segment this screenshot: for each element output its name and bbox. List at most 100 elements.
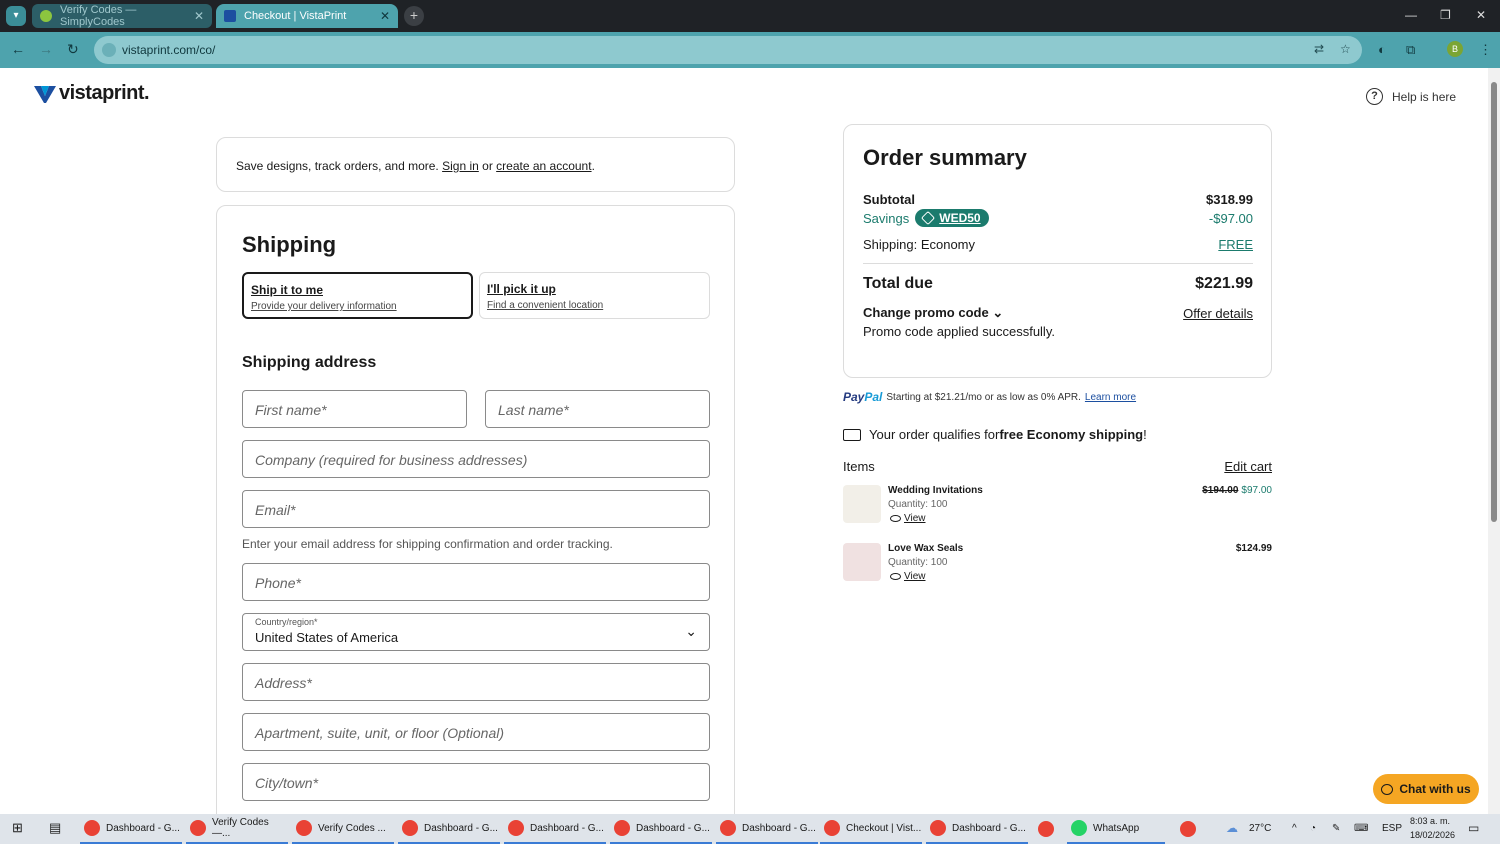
clock-time[interactable]: 8:03 a. m. (1410, 816, 1450, 826)
chrome-icon (824, 820, 840, 836)
chrome-icon (720, 820, 736, 836)
extensions-puzzle-icon[interactable]: ⧉ (1406, 42, 1415, 58)
profile-avatar[interactable]: B (1447, 41, 1463, 57)
chrome-icon (84, 820, 100, 836)
close-icon[interactable]: ✕ (194, 9, 204, 23)
scrollbar-thumb[interactable] (1491, 82, 1497, 522)
taskbar-item[interactable]: Dashboard - G... (504, 814, 606, 844)
offer-details-link[interactable]: Offer details (1183, 306, 1253, 321)
site-info-icon[interactable] (102, 43, 116, 57)
view-item-link[interactable]: View (890, 571, 926, 582)
network-icon[interactable]: ◔ (1310, 823, 1316, 834)
simplycodes-icon (40, 10, 52, 22)
reload-icon[interactable]: ↻ (67, 41, 79, 58)
language-indicator[interactable]: ESP (1382, 823, 1402, 834)
keyboard-icon[interactable]: ⌨ (1354, 823, 1368, 834)
close-icon[interactable]: ✕ (380, 9, 390, 23)
truck-icon (843, 428, 861, 441)
clock-date[interactable]: 18/02/2026 (1410, 830, 1455, 840)
taskbar-item[interactable]: WhatsApp (1067, 814, 1165, 844)
shipping-row: Shipping: Economy FREE (863, 237, 1253, 252)
windows-taskbar: ⊞ ▤ Dashboard - G... Verify Codes —... V… (0, 814, 1500, 844)
task-view-icon[interactable]: ▤ (49, 820, 61, 836)
notifications-icon[interactable]: ▭ (1468, 821, 1479, 835)
menu-icon[interactable]: ⋮ (1479, 42, 1492, 58)
page-content: vistaprint. ? Help is here Save designs,… (0, 68, 1488, 814)
taskbar-item[interactable]: Dashboard - G... (398, 814, 500, 844)
tab-verify-codes[interactable]: Verify Codes — SimplyCodes ✕ (32, 4, 212, 28)
taskbar-item[interactable]: Dashboard - G... (610, 814, 712, 844)
item-price: $124.99 (1235, 543, 1272, 554)
free-shipping-notice: Your order qualifies for free Economy sh… (843, 427, 1147, 442)
taskbar-item[interactable]: Dashboard - G... (80, 814, 182, 844)
promo-code-badge[interactable]: WED50 (915, 209, 989, 227)
tab-checkout[interactable]: Checkout | VistaPrint ✕ (216, 4, 398, 28)
weather-temp[interactable]: 27°C (1249, 823, 1271, 834)
email-hint: Enter your email address for shipping co… (242, 537, 613, 551)
address-bar[interactable]: vistaprint.com/co/ ⇄ ☆ (94, 36, 1362, 64)
city-field[interactable]: City/town* (242, 763, 710, 801)
shipping-card: Shipping Ship it to me Provide your deli… (216, 205, 735, 814)
chrome-icon (296, 820, 312, 836)
order-summary-card: Order summary Subtotal $318.99 Savings W… (843, 124, 1272, 378)
vistaprint-logo[interactable]: vistaprint. (34, 82, 150, 105)
country-select[interactable]: Country/region* United States of America… (242, 613, 710, 651)
email-field[interactable]: Email* (242, 490, 710, 528)
tag-icon (921, 210, 936, 226)
free-shipping-link[interactable]: FREE (1218, 237, 1253, 252)
ship-to-me-option[interactable]: Ship it to me Provide your delivery info… (242, 272, 473, 319)
taskbar-item[interactable]: Dashboard - G... (926, 814, 1028, 844)
learn-more-link[interactable]: Learn more (1085, 392, 1136, 403)
windows-start-icon[interactable]: ⊞ (12, 820, 23, 836)
tab-search-button[interactable]: ▾ (6, 6, 26, 26)
taskbar-item[interactable]: Dashboard - G... (716, 814, 818, 844)
create-account-link[interactable]: create an account (496, 159, 591, 173)
edit-cart-link[interactable]: Edit cart (1224, 459, 1272, 474)
pick-up-option[interactable]: I'll pick it up Find a convenient locati… (479, 272, 710, 319)
summary-divider (863, 263, 1253, 264)
paypal-banner: PayPal Starting at $21.21/mo or as low a… (843, 390, 1137, 404)
taskbar-chrome[interactable] (1034, 814, 1062, 844)
window-close-icon[interactable]: ✕ (1476, 8, 1486, 22)
chrome-icon (930, 820, 946, 836)
apartment-field[interactable]: Apartment, suite, unit, or floor (Option… (242, 713, 710, 751)
cart-item: Wedding Invitations Quantity: 100 View $… (843, 485, 1272, 533)
wax-seals-thumbnail (843, 543, 881, 581)
back-icon[interactable]: ← (11, 41, 25, 57)
restore-icon[interactable]: ❐ (1440, 8, 1451, 22)
taskbar-chrome[interactable] (1176, 814, 1204, 844)
chrome-icon (1180, 821, 1196, 837)
extension-icon[interactable]: ◐ (1378, 42, 1386, 57)
taskbar-item[interactable]: Checkout | Vist... (820, 814, 922, 844)
new-tab-button[interactable]: + (404, 6, 424, 26)
chat-bubble-icon (1381, 783, 1394, 795)
first-name-field[interactable]: First name* (242, 390, 467, 428)
promo-row: Change promo code ⌄ Offer details (863, 305, 1253, 321)
browser-toolbar: ← → ↻ vistaprint.com/co/ ⇄ ☆ ◐ ⧉ ⋮ (0, 32, 1500, 68)
phone-field[interactable]: Phone* (242, 563, 710, 601)
change-promo-button[interactable]: Change promo code ⌄ (863, 305, 1003, 321)
bookmark-star-icon[interactable]: ☆ (1340, 42, 1351, 56)
cart-item: Love Wax Seals Quantity: 100 View $124.9… (843, 543, 1272, 591)
pen-icon[interactable]: ✎ (1332, 823, 1340, 834)
help-link[interactable]: ? Help is here (1366, 88, 1456, 105)
chat-with-us-button[interactable]: Chat with us (1373, 774, 1479, 804)
company-field[interactable]: Company (required for business addresses… (242, 440, 710, 478)
signin-banner: Save designs, track orders, and more. Si… (216, 137, 735, 192)
page-scrollbar[interactable] (1488, 68, 1500, 814)
weather-icon: ☁ (1226, 821, 1238, 835)
last-name-field[interactable]: Last name* (485, 390, 710, 428)
tray-chevron-up-icon[interactable]: ^ (1292, 823, 1297, 834)
browser-tab-bar: ▾ Verify Codes — SimplyCodes ✕ Checkout … (0, 0, 1500, 32)
sign-in-link[interactable]: Sign in (442, 159, 479, 173)
chevron-down-icon: ⌄ (992, 305, 1004, 320)
taskbar-item[interactable]: Verify Codes ... (292, 814, 394, 844)
forward-icon[interactable]: → (39, 41, 53, 57)
translate-icon[interactable]: ⇄ (1314, 42, 1324, 56)
view-item-link[interactable]: View (890, 513, 926, 524)
address-field[interactable]: Address* (242, 663, 710, 701)
taskbar-item[interactable]: Verify Codes —... (186, 814, 288, 844)
vistaprint-icon (224, 10, 236, 22)
minimize-icon[interactable]: — (1405, 8, 1417, 22)
savings-row: Savings WED50 -$97.00 (863, 209, 1253, 227)
